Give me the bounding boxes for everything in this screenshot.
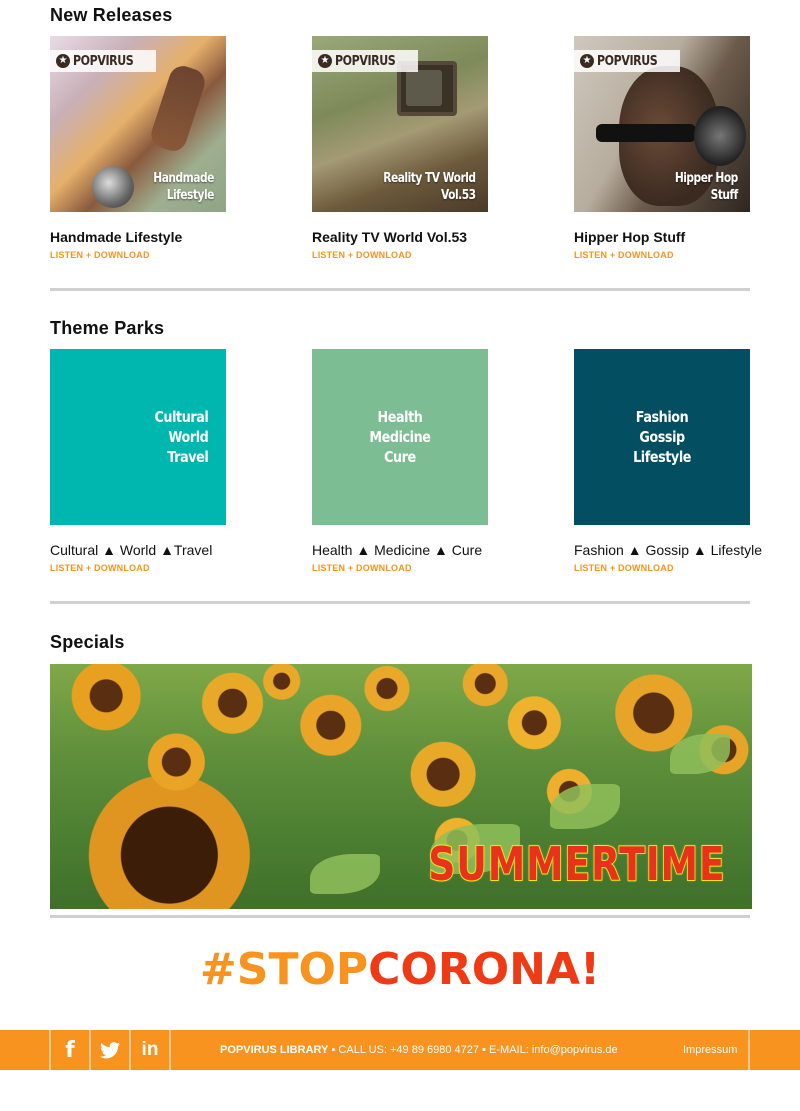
listen-download-link[interactable]: LISTEN + DOWNLOAD [574,250,674,260]
brand-logo: ★ POPVIRUS [50,50,156,72]
footer-separator [748,1030,750,1070]
theme-tile[interactable]: Fashion Gossip Lifestyle [574,349,750,525]
impressum-link[interactable]: Impressum [683,1044,737,1056]
section-title-new-releases: New Releases [50,5,173,25]
theme-title[interactable]: Cultural ▲ World ▲Travel [50,542,212,558]
theme-tile[interactable]: Health Medicine Cure [312,349,488,525]
leaf-graphic [310,854,380,894]
listen-download-link[interactable]: LISTEN + DOWNLOAD [312,250,412,260]
listen-download-link[interactable]: LISTEN + DOWNLOAD [50,563,150,573]
star-icon: ★ [56,54,70,68]
theme-card[interactable]: Health Medicine Cure Health ▲ Medicine ▲… [312,349,512,573]
album-cover[interactable]: ★ POPVIRUS Reality TV World Vol.53 [312,36,488,212]
theme-title[interactable]: Health ▲ Medicine ▲ Cure [312,542,482,558]
section-divider [50,601,750,604]
cover-caption: Hipper Hop Stuff [675,171,738,203]
company-name: POPVIRUS LIBRARY [220,1044,329,1056]
section-divider [50,288,750,291]
release-card[interactable]: ★ POPVIRUS Handmade Lifestyle Handmade L… [50,36,250,260]
theme-tile[interactable]: Cultural World Travel [50,349,226,525]
theme-title[interactable]: Fashion ▲ Gossip ▲ Lifestyle [574,542,762,558]
album-cover[interactable]: ★ POPVIRUS Hipper Hop Stuff [574,36,750,212]
cover-caption: Reality TV World Vol.53 [383,171,477,203]
mirror-graphic [92,166,134,208]
footer-bar: f in POPVIRUS LIBRARY ▪ CALL US: +49 89 … [0,1030,800,1070]
facebook-icon[interactable]: f [51,1030,89,1070]
leaf-graphic [670,734,730,774]
stopcorona-logo: #STOPCORONA! [199,944,601,995]
banner-title: SUMMERTIME [428,836,726,892]
star-icon: ★ [580,54,594,68]
brand-logo: ★ POPVIRUS [312,50,418,72]
headphones-graphic [694,106,746,166]
phone-number[interactable]: +49 89 6980 4727 [390,1044,479,1056]
release-card[interactable]: ★ POPVIRUS Hipper Hop Stuff Hipper Hop S… [574,36,774,260]
release-title[interactable]: Handmade Lifestyle [50,229,182,245]
album-cover[interactable]: ★ POPVIRUS Handmade Lifestyle [50,36,226,212]
theme-card[interactable]: Fashion Gossip Lifestyle Fashion ▲ Gossi… [574,349,774,573]
footer-separator [169,1030,171,1070]
release-title[interactable]: Reality TV World Vol.53 [312,229,467,245]
listen-download-link[interactable]: LISTEN + DOWNLOAD [312,563,412,573]
twitter-icon[interactable] [91,1030,129,1070]
release-card[interactable]: ★ POPVIRUS Reality TV World Vol.53 Reali… [312,36,512,260]
boot-graphic [147,62,209,155]
brand-logo: ★ POPVIRUS [574,50,680,72]
summertime-banner[interactable]: SUMMERTIME [50,664,752,909]
linkedin-icon[interactable]: in [131,1030,169,1070]
leaf-graphic [550,784,620,829]
section-title-theme-parks: Theme Parks [50,318,165,338]
footer-contact: POPVIRUS LIBRARY ▪ CALL US: +49 89 6980 … [220,1044,618,1056]
star-icon: ★ [318,54,332,68]
theme-card[interactable]: Cultural World Travel Cultural ▲ World ▲… [50,349,250,573]
section-title-specials: Specials [50,632,125,652]
section-divider [50,915,750,918]
release-title[interactable]: Hipper Hop Stuff [574,229,685,245]
sunglasses-graphic [596,124,696,142]
cover-caption: Handmade Lifestyle [153,171,214,203]
listen-download-link[interactable]: LISTEN + DOWNLOAD [50,250,150,260]
email-link[interactable]: info@popvirus.de [532,1044,618,1056]
listen-download-link[interactable]: LISTEN + DOWNLOAD [574,563,674,573]
